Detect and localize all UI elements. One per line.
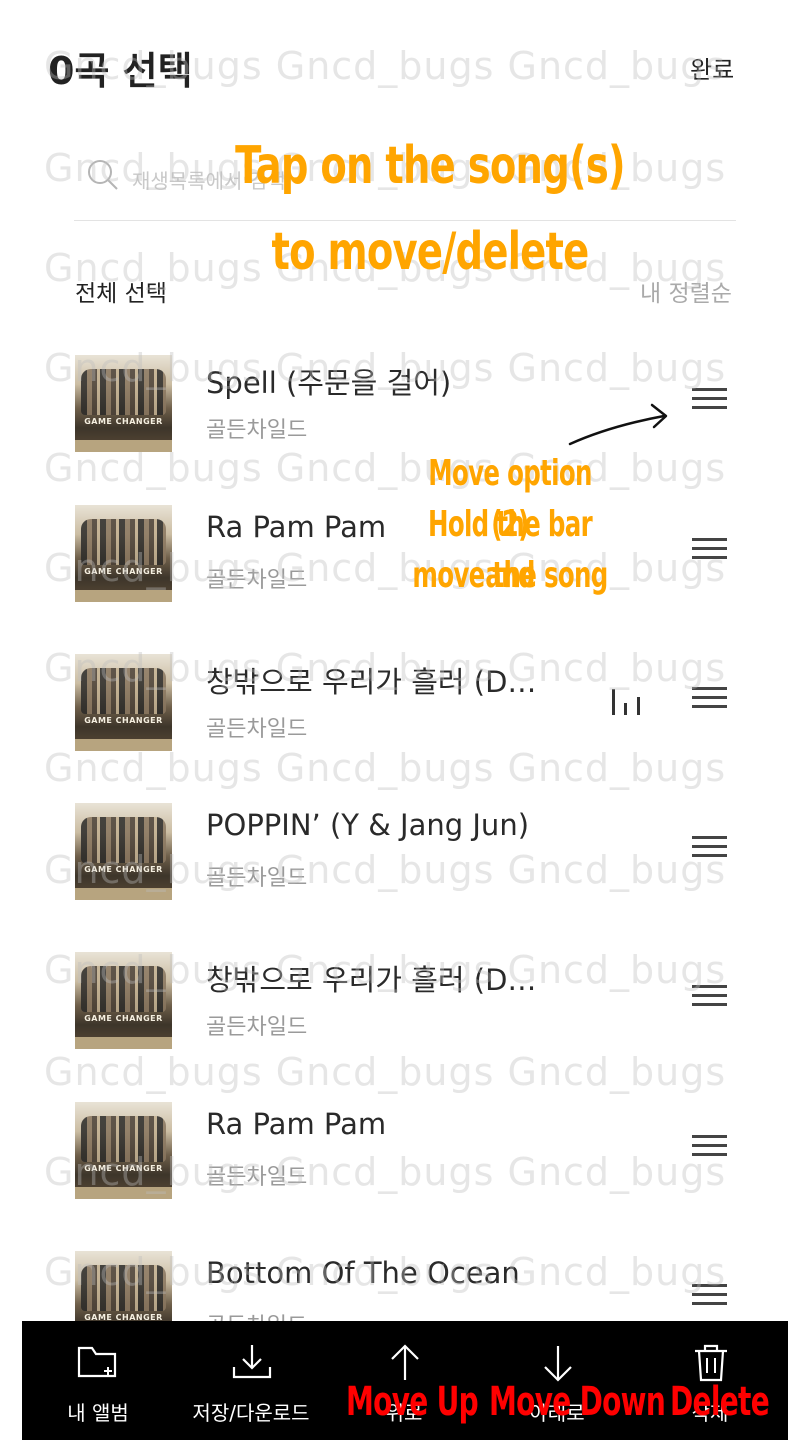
song-title: Ra Pam Pam: [206, 510, 387, 544]
drag-handle-icon[interactable]: [692, 836, 728, 860]
song-title: POPPIN’ (Y & Jang Jun): [206, 808, 530, 842]
annotation-tap-line1: Tap on the song(s): [235, 136, 625, 196]
drag-handle-icon[interactable]: [692, 1135, 728, 1159]
album-cover: GAME CHANGER: [75, 1102, 172, 1199]
my-album-label: 내 앨범: [67, 1401, 129, 1425]
annotation-arrow-icon: [568, 403, 668, 446]
drag-handle-icon[interactable]: [692, 1284, 728, 1308]
song-artist: 골든차일드: [206, 717, 308, 742]
song-title: Spell (주문을 걸어): [206, 366, 452, 400]
song-row[interactable]: GAME CHANGER Ra Pam Pam 골든차일드: [0, 500, 810, 650]
move-up-annotation: Move Up: [346, 1379, 479, 1425]
album-art-text: GAME CHANGER: [84, 1164, 163, 1173]
drag-handle-icon[interactable]: [692, 985, 728, 1009]
album-art-text: GAME CHANGER: [84, 567, 163, 576]
my-album-button[interactable]: 내 앨범: [22, 1321, 175, 1440]
folder-add-icon: [77, 1346, 117, 1378]
album-cover: GAME CHANGER: [75, 803, 172, 900]
album-cover: GAME CHANGER: [75, 355, 172, 452]
now-playing-icon: [610, 687, 644, 715]
save-download-button[interactable]: 저장/다운로드: [175, 1321, 328, 1440]
song-artist: 골든차일드: [206, 1015, 308, 1040]
arrow-up-icon: [391, 1344, 419, 1380]
page-title: 0곡 선택: [48, 49, 193, 93]
album-art-text: GAME CHANGER: [84, 865, 163, 874]
done-button[interactable]: 완료: [690, 50, 734, 85]
trash-icon: [695, 1344, 727, 1382]
drag-handle-icon[interactable]: [692, 687, 728, 711]
album-cover: GAME CHANGER: [75, 952, 172, 1049]
download-icon: [232, 1345, 272, 1379]
song-row[interactable]: GAME CHANGER Ra Pam Pam 골든차일드: [0, 1097, 810, 1247]
search-underline: [74, 220, 736, 221]
save-download-label: 저장/다운로드: [192, 1401, 310, 1425]
song-row[interactable]: GAME CHANGER 창밖으로 우리가 흘러 (D… 골든차일드: [0, 947, 810, 1097]
song-row[interactable]: GAME CHANGER 창밖으로 우리가 흘러 (D… 골든차일드: [0, 649, 810, 799]
annotation-move-line3: move the song: [412, 555, 608, 596]
album-art-text: GAME CHANGER: [84, 417, 163, 426]
move-up-button[interactable]: 위로 Move Up: [328, 1321, 481, 1440]
song-row[interactable]: GAME CHANGER POPPIN’ (Y & Jang Jun) 골든차일…: [0, 798, 810, 948]
search-icon[interactable]: [86, 158, 120, 192]
drag-handle-icon[interactable]: [692, 388, 728, 412]
move-down-button[interactable]: 아래로 Move Down: [481, 1321, 666, 1440]
delete-annotation: Delete: [670, 1379, 770, 1425]
song-title: 창밖으로 우리가 흘러 (D…: [206, 963, 537, 997]
move-down-annotation: Move Down: [489, 1379, 666, 1425]
song-artist: 골든차일드: [206, 568, 308, 593]
song-title: 창밖으로 우리가 흘러 (D…: [206, 665, 537, 699]
song-title: Bottom Of The Ocean: [206, 1256, 520, 1290]
arrow-down-icon: [544, 1346, 572, 1382]
album-cover: GAME CHANGER: [75, 654, 172, 751]
song-title: Ra Pam Pam: [206, 1107, 387, 1141]
album-art-text: GAME CHANGER: [84, 1014, 163, 1023]
song-artist: 골든차일드: [206, 418, 308, 443]
select-all-button[interactable]: 전체 선택: [75, 274, 167, 308]
album-art-text: GAME CHANGER: [84, 716, 163, 725]
song-artist: 골든차일드: [206, 1165, 308, 1190]
song-artist: 골든차일드: [206, 866, 308, 891]
bottom-action-bar: 내 앨범 저장/다운로드 위로 Move Up 아래로 Move Down 삭제…: [22, 1321, 788, 1440]
album-cover: GAME CHANGER: [75, 505, 172, 602]
sort-button[interactable]: 내 정렬순: [640, 274, 732, 308]
drag-handle-icon[interactable]: [692, 538, 728, 562]
annotation-tap-line2: to move/delete: [271, 222, 589, 282]
song-row[interactable]: GAME CHANGER Spell (주문을 걸어) 골든차일드: [0, 350, 810, 500]
